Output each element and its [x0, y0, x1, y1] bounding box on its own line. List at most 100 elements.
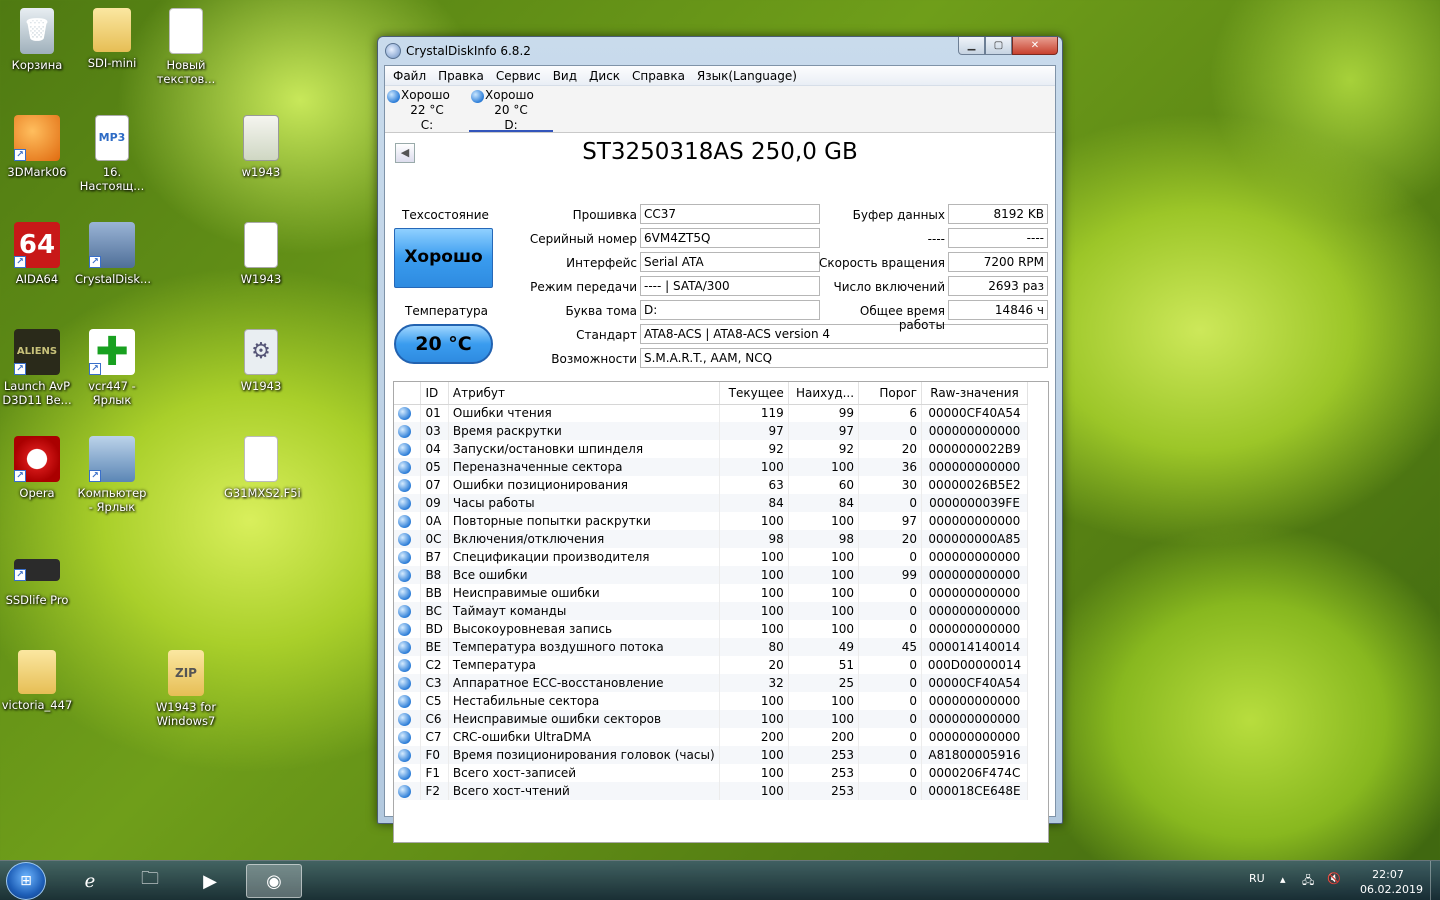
smart-row[interactable]: F0 Время позиционирования головок (часы) 1… [394, 746, 1028, 764]
temperature-button[interactable]: 20 °C [394, 324, 493, 364]
desktop-icon-launch-avp[interactable]: ALIENS ↗ Launch AvP D3D11 Be... [0, 329, 74, 407]
smart-id: 0A [420, 512, 449, 530]
new-text-document-icon [169, 8, 203, 54]
col-worst[interactable]: Наихуд... [788, 382, 860, 405]
desktop-icon-label: SSDlife Pro [5, 593, 69, 607]
smart-raw: 00000026B5E2 [921, 476, 1028, 494]
smart-row[interactable]: C5 Нестабильные сектора 100 100 0 00000000000… [394, 692, 1028, 710]
desktop-icon-aida64[interactable]: 64 ↗ AIDA64 [0, 222, 74, 286]
drive-letter: C: [420, 118, 434, 132]
show-desktop-button[interactable] [1430, 861, 1440, 900]
smart-status-cell [394, 584, 422, 602]
taskbar: ⊞ ℯ 🗀 ▶ ◉ RU ▴ 🖧 🔇 22:07 06.02.2019 [0, 860, 1440, 900]
smart-row[interactable]: B7 Спецификации производителя 100 100 0 00000… [394, 548, 1028, 566]
smart-row[interactable]: F1 Всего хост-записей 100 253 0 0000206F474C [394, 764, 1028, 782]
status-good-icon [398, 425, 411, 438]
col-current[interactable]: Текущее [719, 382, 789, 405]
smart-row[interactable]: 07 Ошибки позиционирования 63 60 30 00000026B… [394, 476, 1028, 494]
volume-muted-icon[interactable]: 🔇 [1327, 872, 1341, 900]
desktop-icon-mp3-file[interactable]: MP3 16. Настоящ... [75, 115, 149, 193]
desktop-icon-new-text-document[interactable]: Новый текстов... [149, 8, 223, 86]
desktop-icon-vcr447[interactable]: ✚ ↗ vcr447 - Ярлык [75, 329, 149, 407]
smart-raw: 000000000000 [921, 584, 1028, 602]
health-status-button[interactable]: Хорошо [394, 228, 493, 288]
drive-tab-d[interactable]: Хорошо 20 °C D: [469, 86, 553, 132]
smart-worst: 100 [788, 584, 860, 602]
smart-worst: 253 [788, 764, 860, 782]
desktop-icon-opera[interactable]: ↗ Opera [0, 436, 74, 500]
desktop-icon-victoria-447[interactable]: victoria_447 [0, 650, 74, 712]
smart-attribute: Переназначенные сектора [448, 458, 720, 476]
smart-row[interactable]: 0A Повторные попытки раскрутки 100 100 97 000… [394, 512, 1028, 530]
language-indicator[interactable]: RU [1249, 872, 1265, 900]
menu-language[interactable]: Язык(Language) [691, 66, 803, 85]
desktop-icon-ssdlife-pro[interactable]: ↗ SSDlife Pro [0, 543, 74, 607]
menu-disk[interactable]: Диск [583, 66, 626, 85]
smart-row[interactable]: BB Неисправимые ошибки 100 100 0 000000000000 [394, 584, 1028, 602]
smart-row[interactable]: BC Таймаут команды 100 100 0 000000000000 [394, 602, 1028, 620]
col-status[interactable] [394, 382, 422, 405]
smart-row[interactable]: C6 Неисправимые ошибки секторов 100 100 0 000… [394, 710, 1028, 728]
smart-row[interactable]: 09 Часы работы 84 84 0 0000000039FE [394, 494, 1028, 512]
smart-threshold: 45 [858, 638, 923, 656]
smart-attributes-list[interactable]: ID Атрибут Текущее Наихуд... Порог Raw-з… [393, 381, 1049, 843]
desktop-icon-crystaldiskinfo[interactable]: ↗ CrystalDisk... [75, 222, 151, 286]
smart-row[interactable]: BE Температура воздушного потока 80 49 45 000… [394, 638, 1028, 656]
drive-tab-c[interactable]: Хорошо 22 °C C: [385, 86, 469, 132]
clock[interactable]: 22:07 06.02.2019 [1360, 867, 1423, 900]
smart-row[interactable]: 04 Запуски/остановки шпинделя 92 92 20 000000… [394, 440, 1028, 458]
power-on-count-value: 2693 раз [948, 276, 1048, 296]
smart-id: B8 [420, 566, 449, 584]
drive-selector: Хорошо 22 °C C: Хорошо 20 °C D: [385, 86, 1055, 133]
desktop-icon-recycle-bin[interactable]: 🗑 Корзина [0, 8, 74, 72]
media-player-icon[interactable]: ▶ [182, 864, 238, 898]
menu-view[interactable]: Вид [547, 66, 583, 85]
smart-row[interactable]: C2 Температура 20 51 0 000D00000014 [394, 656, 1028, 674]
smart-worst: 25 [788, 674, 860, 692]
smart-row[interactable]: B8 Все ошибки 100 100 99 000000000000 [394, 566, 1028, 584]
smart-attribute: Температура [448, 656, 720, 674]
menu-service[interactable]: Сервис [490, 66, 547, 85]
desktop-icon-3dmark06[interactable]: ↗ 3DMark06 [0, 115, 74, 179]
smart-row[interactable]: F2 Всего хост-чтений 100 253 0 000018CE648E [394, 782, 1028, 800]
smart-row[interactable]: 05 Переназначенные сектора 100 100 36 0000000… [394, 458, 1028, 476]
col-attribute[interactable]: Атрибут [448, 382, 720, 405]
transfer-mode-value: ---- | SATA/300 [640, 276, 820, 296]
standard-label: Стандарт [576, 328, 637, 342]
desktop-icon-w1943-settings[interactable]: ⚙ W1943 [224, 329, 298, 393]
smart-row[interactable]: 03 Время раскрутки 97 97 0 000000000000 [394, 422, 1028, 440]
desktop-icon-g31mxs2-file[interactable]: G31MXS2.F5i [224, 436, 301, 500]
smart-worst: 100 [788, 692, 860, 710]
col-raw[interactable]: Raw-значения [921, 382, 1028, 405]
smart-row[interactable]: 0C Включения/отключения 98 98 20 000000000A85 [394, 530, 1028, 548]
minimize-button[interactable]: ▁ [958, 37, 985, 55]
smart-row[interactable]: C7 CRC-ошибки UltraDMA 200 200 0 000000000000 [394, 728, 1028, 746]
tray-expand-icon[interactable]: ▴ [1280, 873, 1286, 900]
title-bar[interactable]: CrystalDiskInfo 6.8.2 ▁ ▢ ✕ [378, 37, 1062, 65]
internet-explorer-icon[interactable]: ℯ [62, 864, 118, 898]
col-threshold[interactable]: Порог [858, 382, 923, 405]
network-icon[interactable]: 🖧 [1302, 872, 1314, 900]
smart-threshold: 0 [858, 710, 923, 728]
menu-edit[interactable]: Правка [432, 66, 490, 85]
w1943-settings-icon: ⚙ [244, 329, 278, 375]
col-id[interactable]: ID [420, 382, 449, 405]
smart-threshold: 6 [858, 404, 923, 422]
desktop-icon-w1943-image[interactable]: ▲ W1943 [224, 222, 298, 286]
menu-help[interactable]: Справка [626, 66, 691, 85]
smart-row[interactable]: 01 Ошибки чтения 119 99 6 00000CF40A54 [394, 404, 1028, 422]
desktop-icon-w1943-file[interactable]: w1943 [224, 115, 298, 179]
explorer-folder-icon[interactable]: 🗀 [122, 864, 178, 898]
desktop-icon-sdi-mini[interactable]: SDI-mini [75, 8, 149, 70]
smart-row[interactable]: C3 Аппаратное ECC-восстановление 32 25 0 0000… [394, 674, 1028, 692]
desktop-icon-computer[interactable]: ↗ Компьютер - Ярлык [75, 436, 149, 514]
smart-current: 100 [719, 764, 789, 782]
menu-file[interactable]: Файл [387, 66, 432, 85]
smart-row[interactable]: BD Высокоуровневая запись 100 100 0 000000000… [394, 620, 1028, 638]
crystaldiskinfo-taskbar-icon[interactable]: ◉ [246, 864, 302, 898]
start-button[interactable]: ⊞ [6, 862, 46, 900]
desktop-icon-w1943-for-windows7[interactable]: ZIP W1943 for Windows7 [149, 650, 223, 728]
maximize-button[interactable]: ▢ [985, 37, 1012, 55]
smart-current: 100 [719, 602, 789, 620]
close-button[interactable]: ✕ [1012, 37, 1058, 55]
